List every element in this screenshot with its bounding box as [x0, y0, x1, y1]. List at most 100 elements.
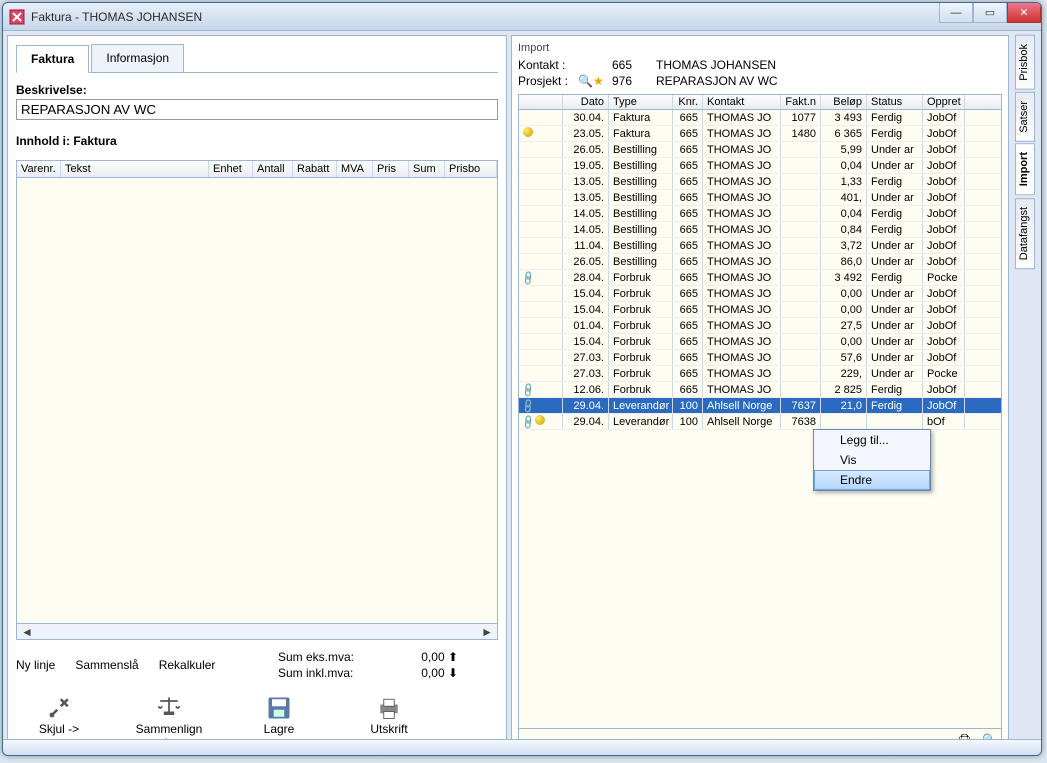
close-button[interactable]: ✕: [1007, 3, 1041, 23]
tab-informasjon[interactable]: Informasjon: [91, 44, 184, 72]
col-sum[interactable]: Sum: [409, 161, 445, 177]
table-row[interactable]: 26.05.Bestilling665THOMAS JO5,99Under ar…: [519, 142, 1001, 158]
utskrift-label: Utskrift: [370, 722, 407, 736]
star-icon[interactable]: ★: [593, 74, 604, 88]
table-row[interactable]: 23.05.Faktura665THOMAS JO14806 365Ferdig…: [519, 126, 1001, 142]
innhold-h-scrollbar[interactable]: ◄►: [17, 623, 497, 639]
col-varenr[interactable]: Varenr.: [17, 161, 61, 177]
col-tekst[interactable]: Tekst: [61, 161, 209, 177]
ny-linje-link[interactable]: Ny linje: [16, 658, 55, 672]
innhold-body[interactable]: [17, 179, 497, 621]
left-tabs: Faktura Informasjon: [16, 44, 498, 73]
table-row[interactable]: 🔗28.04.Forbruk665THOMAS JO3 492FerdigPoc…: [519, 270, 1001, 286]
maximize-button[interactable]: ▭: [973, 3, 1007, 23]
import-meta: Kontakt : 665 THOMAS JOHANSEN Prosjekt :…: [518, 58, 1002, 88]
rekalkuler-link[interactable]: Rekalkuler: [159, 658, 216, 672]
titlebar: Faktura - THOMAS JOHANSEN — ▭ ✕: [3, 3, 1041, 31]
table-row[interactable]: 01.04.Forbruk665THOMAS JO27,5Under arJob…: [519, 318, 1001, 334]
import-panel: Import Kontakt : 665 THOMAS JOHANSEN Pro…: [511, 35, 1009, 756]
sammensla-link[interactable]: Sammenslå: [75, 658, 138, 672]
window-title: Faktura - THOMAS JOHANSEN: [31, 10, 202, 24]
table-row[interactable]: 15.04.Forbruk665THOMAS JO0,00Under arJob…: [519, 334, 1001, 350]
ctx-legg-til[interactable]: Legg til...: [814, 430, 930, 450]
table-row[interactable]: 🔗29.04.Leverandør100Ahlsell Norge7638bOf: [519, 414, 1001, 430]
table-row[interactable]: 🔗12.06.Forbruk665THOMAS JO2 825FerdigJob…: [519, 382, 1001, 398]
arrow-up-icon[interactable]: ⬆: [448, 650, 458, 664]
search-icon[interactable]: 🔍: [578, 74, 593, 88]
kontakt-id: 665: [612, 58, 652, 72]
table-row[interactable]: 15.04.Forbruk665THOMAS JO0,00Under arJob…: [519, 302, 1001, 318]
app-window: Faktura - THOMAS JOHANSEN — ▭ ✕ Faktura …: [2, 2, 1042, 756]
kontakt-label: Kontakt :: [518, 58, 574, 72]
side-tab-datafangst[interactable]: Datafangst: [1015, 198, 1035, 269]
col-pris[interactable]: Pris: [373, 161, 409, 177]
ctx-endre[interactable]: Endre: [814, 470, 930, 490]
table-row[interactable]: 13.05.Bestilling665THOMAS JO401,Under ar…: [519, 190, 1001, 206]
arrow-down-icon[interactable]: ⬇: [448, 666, 458, 680]
import-grid-body[interactable]: 30.04.Faktura665THOMAS JO10773 493Ferdig…: [519, 110, 1001, 728]
sum-eks-label: Sum eks.mva:: [278, 650, 354, 664]
table-row[interactable]: 27.03.Forbruk665THOMAS JO57,6Under arJob…: [519, 350, 1001, 366]
status-ball-icon: [523, 127, 533, 137]
ctx-vis[interactable]: Vis: [814, 450, 930, 470]
table-row[interactable]: 13.05.Bestilling665THOMAS JO1,33FerdigJo…: [519, 174, 1001, 190]
sum-inkl-value: 0,00: [421, 666, 444, 680]
chain-icon: 🔗: [520, 398, 539, 413]
side-tab-import[interactable]: Import: [1015, 143, 1035, 195]
table-row[interactable]: 15.04.Forbruk665THOMAS JO0,00Under arJob…: [519, 286, 1001, 302]
sum-row: Ny linje Sammenslå Rekalkuler Sum eks.mv…: [16, 640, 498, 680]
table-row[interactable]: 11.04.Bestilling665THOMAS JO3,72Under ar…: [519, 238, 1001, 254]
col-belop[interactable]: Beløp: [821, 95, 867, 109]
beskrivelse-label: Beskrivelse:: [16, 83, 498, 97]
client-area: Faktura Informasjon Beskrivelse: Innhold…: [3, 31, 1041, 755]
faktura-panel: Faktura Informasjon Beskrivelse: Innhold…: [7, 35, 507, 756]
tools-icon: [45, 694, 73, 722]
kontakt-name: THOMAS JOHANSEN: [656, 58, 1002, 72]
lagre-label: Lagre: [264, 722, 295, 736]
taskbar: [3, 739, 1041, 755]
beskrivelse-input[interactable]: [16, 99, 498, 120]
col-dato[interactable]: Dato: [563, 95, 609, 109]
col-oppret[interactable]: Oppret: [923, 95, 965, 109]
chain-icon: 🔗: [520, 382, 539, 397]
minimize-button[interactable]: —: [939, 3, 973, 23]
table-row[interactable]: 27.03.Forbruk665THOMAS JO229,Under arPoc…: [519, 366, 1001, 382]
col-fakt[interactable]: Fakt.n: [781, 95, 821, 109]
col-enhet[interactable]: Enhet: [209, 161, 253, 177]
col-kontakt[interactable]: Kontakt: [703, 95, 781, 109]
printer-icon: [375, 694, 403, 722]
skjul-label: Skjul ->: [39, 722, 79, 736]
prosjekt-name: REPARASJON AV WC: [656, 74, 1002, 88]
col-mva[interactable]: MVA: [337, 161, 373, 177]
prosjekt-label: Prosjekt :: [518, 74, 574, 88]
col-antall[interactable]: Antall: [253, 161, 293, 177]
side-tab-prisbok[interactable]: Prisbok: [1015, 35, 1035, 90]
context-menu: Legg til... Vis Endre: [813, 429, 931, 491]
import-grid: Dato Type Knr. Kontakt Fakt.n Beløp Stat…: [518, 94, 1002, 752]
col-status[interactable]: Status: [867, 95, 923, 109]
col-knr[interactable]: Knr.: [673, 95, 703, 109]
table-row[interactable]: 19.05.Bestilling665THOMAS JO0,04Under ar…: [519, 158, 1001, 174]
innhold-label: Innhold i: Faktura: [16, 134, 498, 148]
innhold-header: Varenr. Tekst Enhet Antall Rabatt MVA Pr…: [17, 161, 497, 178]
side-tab-satser[interactable]: Satser: [1015, 92, 1035, 142]
table-row[interactable]: 🔗29.04.Leverandør100Ahlsell Norge763721,…: [519, 398, 1001, 414]
table-row[interactable]: 14.05.Bestilling665THOMAS JO0,04FerdigJo…: [519, 206, 1001, 222]
table-row[interactable]: 14.05.Bestilling665THOMAS JO0,84FerdigJo…: [519, 222, 1001, 238]
tab-faktura[interactable]: Faktura: [16, 45, 89, 73]
side-tabs: Prisbok Satser Import Datafangst: [1013, 35, 1037, 751]
import-grid-header: Dato Type Knr. Kontakt Fakt.n Beløp Stat…: [519, 95, 1001, 110]
app-icon: [9, 9, 25, 25]
sum-labels: Sum eks.mva: 0,00 ⬆ Sum inkl.mva: 0,00 ⬇: [235, 650, 498, 680]
col-icon[interactable]: [519, 95, 563, 109]
col-type[interactable]: Type: [609, 95, 673, 109]
col-prisbo[interactable]: Prisbo: [445, 161, 497, 177]
table-row[interactable]: 26.05.Bestilling665THOMAS JO86,0Under ar…: [519, 254, 1001, 270]
table-row[interactable]: 30.04.Faktura665THOMAS JO10773 493Ferdig…: [519, 110, 1001, 126]
sum-eks-value: 0,00: [421, 650, 444, 664]
col-rabatt[interactable]: Rabatt: [293, 161, 337, 177]
scale-icon: [155, 694, 183, 722]
save-icon: [265, 694, 293, 722]
import-title: Import: [518, 42, 1002, 54]
chain-icon: 🔗: [520, 270, 539, 285]
